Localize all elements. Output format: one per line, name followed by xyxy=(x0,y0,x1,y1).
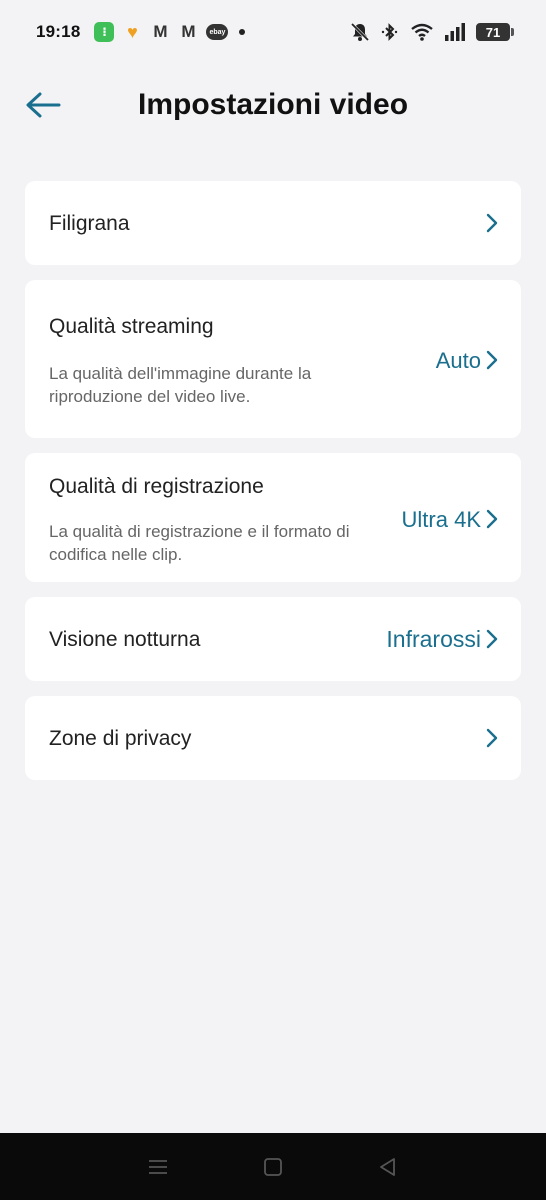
setting-description: La qualità di registrazione e il formato… xyxy=(49,522,350,564)
chevron-right-icon xyxy=(486,350,498,370)
setting-title: Visione notturna xyxy=(49,628,201,651)
setting-night-vision[interactable]: Visione notturna Infrarossi xyxy=(25,597,521,681)
chevron-right-icon xyxy=(486,629,498,649)
chevron-right-icon xyxy=(486,213,498,233)
signal-icon xyxy=(445,23,465,41)
chevron-right-icon xyxy=(486,728,498,748)
status-right: 71 xyxy=(350,22,514,42)
setting-watermark[interactable]: Filigrana xyxy=(25,181,521,265)
header: Impostazioni video xyxy=(0,64,546,146)
calculator-app-icon: ⁝ xyxy=(94,22,115,42)
navigation-bar xyxy=(0,1133,546,1200)
status-time: 19:18 xyxy=(36,22,81,41)
setting-privacy-zones[interactable]: Zone di privacy xyxy=(25,696,521,780)
square-icon xyxy=(264,1157,282,1176)
battery-icon: 71 xyxy=(476,23,514,41)
setting-title: Filigrana xyxy=(49,212,130,235)
gmail-icon-2: M xyxy=(181,22,196,41)
more-notifications-dot-icon xyxy=(239,29,246,35)
setting-recording-quality[interactable]: Qualità di registrazione La qualità di r… xyxy=(25,453,521,582)
status-bar: 19:18 ⁝ ♥ M M ebay 71 xyxy=(0,0,546,64)
setting-title: Zone di privacy xyxy=(49,727,192,750)
chevron-right-icon xyxy=(486,509,498,529)
gmail-icon: M xyxy=(153,22,168,41)
home-button[interactable] xyxy=(253,1147,293,1187)
setting-title: Qualità di registrazione xyxy=(49,475,264,498)
wifi-icon xyxy=(411,23,433,41)
menu-lines-icon xyxy=(148,1159,167,1174)
setting-value: Auto xyxy=(435,348,481,373)
triangle-back-icon xyxy=(380,1157,396,1176)
setting-value: Infrarossi xyxy=(386,626,481,652)
heart-app-icon: ♥ xyxy=(127,21,138,42)
bluetooth-icon xyxy=(381,23,398,41)
setting-description: La qualità dell'immagine durante la ripr… xyxy=(49,364,312,406)
page-title: Impostazioni video xyxy=(137,88,409,121)
back-button[interactable] xyxy=(22,84,64,126)
mute-bell-icon xyxy=(350,22,370,42)
recents-button[interactable] xyxy=(138,1147,178,1187)
status-left: 19:18 ⁝ ♥ M M ebay xyxy=(36,21,246,42)
screen: 19:18 ⁝ ♥ M M ebay 71 Impostazioni video… xyxy=(0,0,546,1200)
setting-title: Qualità streaming xyxy=(49,315,214,338)
arrow-left-icon xyxy=(26,92,61,118)
ebay-icon: ebay xyxy=(206,24,229,40)
back-nav-button[interactable] xyxy=(368,1147,408,1187)
setting-streaming-quality[interactable]: Qualità streaming La qualità dell'immagi… xyxy=(25,280,521,438)
setting-value: Ultra 4K xyxy=(401,507,481,532)
